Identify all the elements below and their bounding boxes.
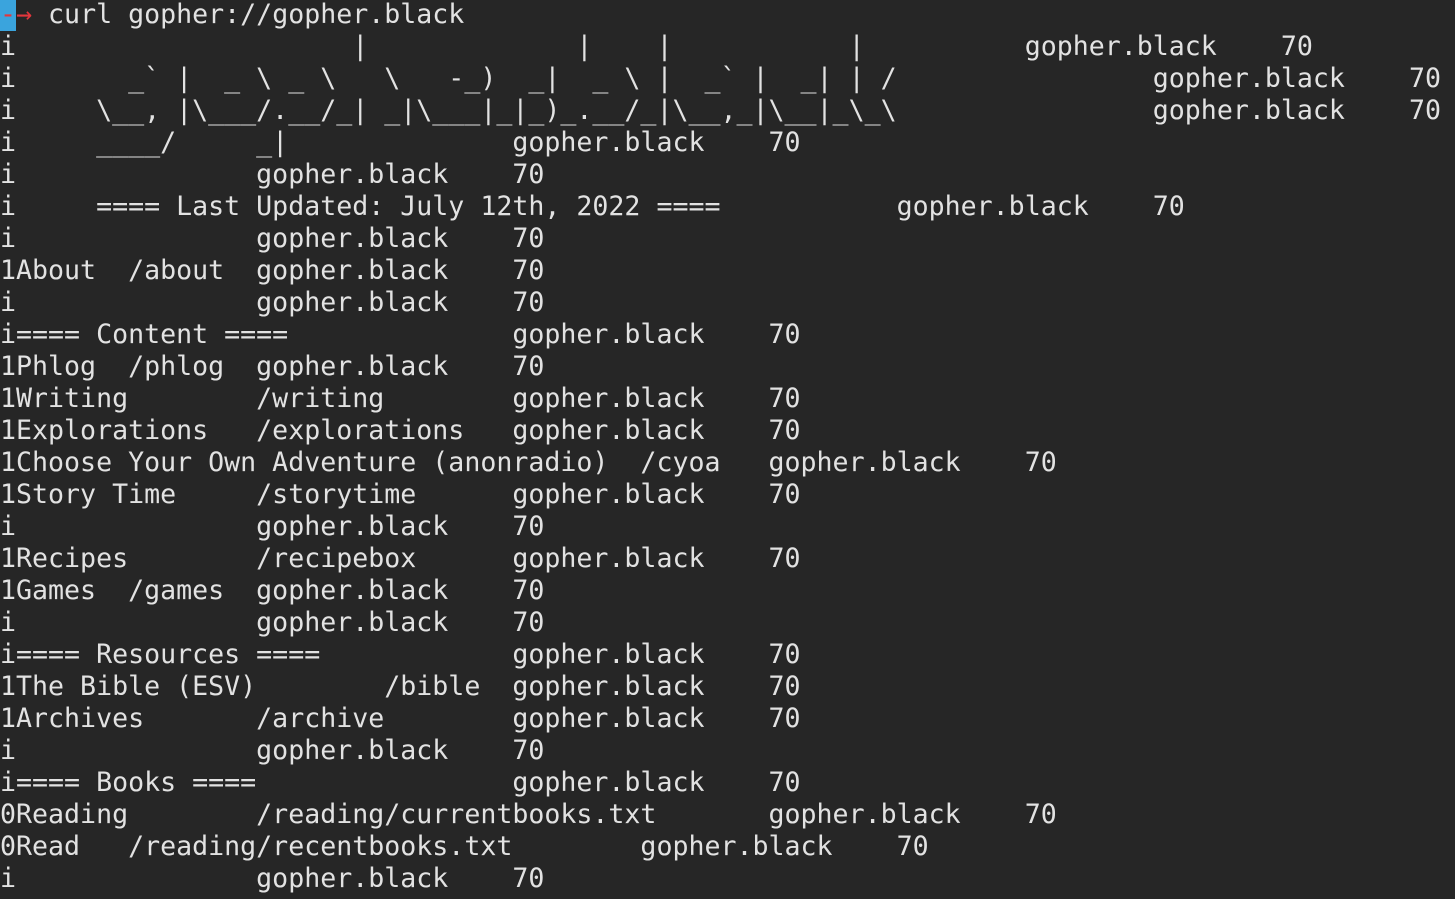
output-line: i _` | _ \ _ \ \ -_) _| _ \ | _` | _| | … xyxy=(0,63,1441,94)
output-line: 1Archives /archive gopher.black 70 xyxy=(0,703,801,734)
output-line: 0Read /reading/recentbooks.txt gopher.bl… xyxy=(0,831,929,862)
output-line: 1Games /games gopher.black 70 xyxy=(0,575,545,606)
output-line: i==== Books ==== gopher.black 70 xyxy=(0,767,801,798)
output-line: i gopher.black 70 xyxy=(0,863,545,894)
output-line: i gopher.black 70 xyxy=(0,223,545,254)
command-text: curl gopher://gopher.black xyxy=(32,0,465,30)
output-line: 1Recipes /recipebox gopher.black 70 xyxy=(0,543,801,574)
output-line: 1Explorations /explorations gopher.black… xyxy=(0,415,801,446)
prompt-line: -→ curl gopher://gopher.black xyxy=(0,0,464,31)
prompt-arrow-icon: → xyxy=(16,0,33,30)
output-line: i | | | | gopher.black 70 xyxy=(0,31,1313,62)
output-line: 1Story Time /storytime gopher.black 70 xyxy=(0,479,801,510)
output-line: 1About /about gopher.black 70 xyxy=(0,255,545,286)
output-line: i gopher.black 70 xyxy=(0,287,545,318)
text-cursor: - xyxy=(0,0,17,31)
output-line: 1Choose Your Own Adventure (anonradio) /… xyxy=(0,447,1057,478)
output-line: 1Writing /writing gopher.black 70 xyxy=(0,383,801,414)
output-line: i==== Resources ==== gopher.black 70 xyxy=(0,639,801,670)
output-line: 1The Bible (ESV) /bible gopher.black 70 xyxy=(0,671,801,702)
output-line: i gopher.black 70 xyxy=(0,735,545,766)
output-line: i ____/ _| gopher.black 70 xyxy=(0,127,801,158)
output-line: i gopher.black 70 xyxy=(0,607,545,638)
output-line: 1Phlog /phlog gopher.black 70 xyxy=(0,351,545,382)
output-line: i gopher.black 70 xyxy=(0,159,545,190)
output-line: i==== Content ==== gopher.black 70 xyxy=(0,319,801,350)
output-line: i gopher.black 70 xyxy=(0,511,545,542)
output-line: i ==== Last Updated: July 12th, 2022 ===… xyxy=(0,191,1185,222)
terminal-window[interactable]: -→ curl gopher://gopher.black i | | | | … xyxy=(0,0,1455,899)
output-line: i \__, |\___/.__/_| _|\___|_|_)_.__/_|\_… xyxy=(0,95,1441,126)
output-line: 0Reading /reading/currentbooks.txt gophe… xyxy=(0,799,1057,830)
